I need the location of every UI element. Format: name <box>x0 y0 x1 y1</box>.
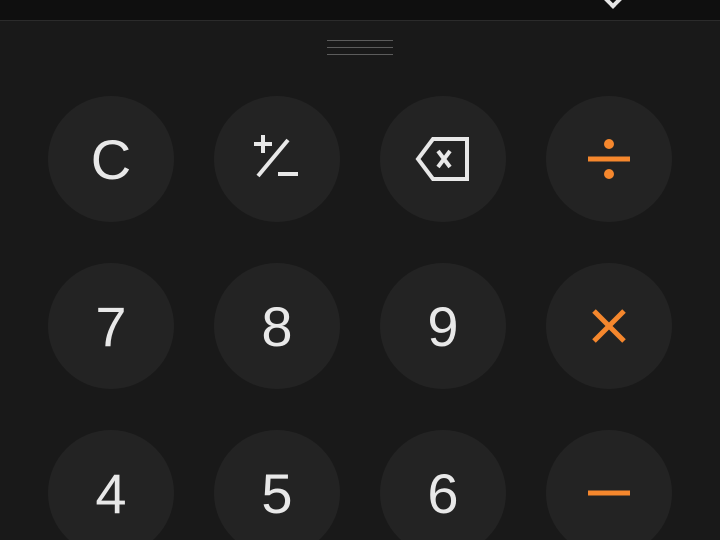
clear-label: C <box>90 128 132 191</box>
multiply-icon <box>589 306 629 346</box>
divide-icon <box>585 135 633 183</box>
drag-handle[interactable] <box>327 40 393 55</box>
digit-9-button[interactable]: 9 <box>380 263 506 389</box>
digit-4-label: 4 <box>95 462 127 525</box>
drag-handle-line <box>327 40 393 41</box>
digit-5-button[interactable]: 5 <box>214 430 340 540</box>
backspace-icon <box>415 135 471 183</box>
minus-icon <box>587 488 631 498</box>
digit-7-label: 7 <box>95 295 127 358</box>
backspace-button[interactable] <box>380 96 506 222</box>
digit-7-button[interactable]: 7 <box>48 263 174 389</box>
drag-handle-line <box>327 47 393 48</box>
clear-button[interactable]: C <box>48 96 174 222</box>
digit-6-label: 6 <box>427 462 459 525</box>
digit-5-label: 5 <box>261 462 293 525</box>
chevron-down-icon[interactable] <box>603 0 623 9</box>
digit-4-button[interactable]: 4 <box>48 430 174 540</box>
digit-8-button[interactable]: 8 <box>214 263 340 389</box>
digit-8-label: 8 <box>261 295 293 358</box>
calculator-keypad: C 7 8 9 4 5 6 <box>0 0 720 540</box>
digit-6-button[interactable]: 6 <box>380 430 506 540</box>
digit-9-label: 9 <box>427 295 459 358</box>
plus-minus-icon <box>250 132 304 186</box>
divide-button[interactable] <box>546 96 672 222</box>
drag-handle-line <box>327 54 393 55</box>
display-bar <box>0 0 720 21</box>
subtract-button[interactable] <box>546 430 672 540</box>
multiply-button[interactable] <box>546 263 672 389</box>
plus-minus-button[interactable] <box>214 96 340 222</box>
